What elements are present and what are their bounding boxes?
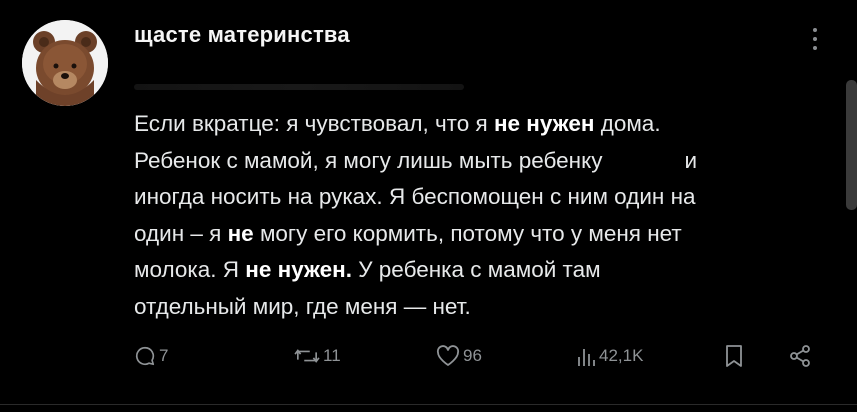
scrollbar[interactable]: [846, 80, 857, 210]
like-count: 96: [463, 346, 482, 365]
faded-text-line: [134, 84, 464, 90]
share-icon: [790, 345, 810, 367]
repost-icon: [294, 349, 320, 363]
post: щасте материнства Если вкратце: я чувств…: [0, 0, 857, 412]
reply-count: 7: [159, 346, 169, 365]
post-line-5: молока. Я не нужен. У ребенка с мамой та…: [134, 257, 601, 282]
comment-icon: [135, 346, 155, 366]
post-line-6: отдельный мир, где меня — нет.: [134, 293, 471, 319]
action-bar: 7 11 96 42,1K: [0, 338, 857, 378]
post-text: Если вкратце: я чувствовал, что я не нуж…: [134, 106, 834, 325]
divider: [0, 404, 857, 405]
post-line-2: Ребенок с мамой, я могу лишь мыть ребенк…: [134, 147, 698, 173]
bookmark-icon: [726, 345, 742, 367]
share-button[interactable]: [788, 338, 812, 374]
views-count: 42,1K: [599, 346, 644, 365]
post-line-3: иногда носить на руках. Я беспомощен с н…: [134, 184, 696, 209]
repost-button[interactable]: 11: [294, 338, 341, 374]
views-button[interactable]: 42,1K: [576, 338, 643, 374]
bookmark-button[interactable]: [724, 338, 744, 374]
more-vertical-icon[interactable]: [807, 24, 823, 54]
post-line-4: один – я не могу его кормить, потому что…: [134, 220, 682, 246]
heart-icon: [436, 345, 460, 366]
bear-avatar-image: [22, 20, 108, 106]
bar-chart-icon: [578, 349, 595, 366]
post-line-1: Если вкратце: я чувствовал, что я не нуж…: [134, 111, 661, 136]
reply-button[interactable]: 7: [134, 338, 168, 374]
like-button[interactable]: 96: [436, 338, 482, 374]
avatar[interactable]: [22, 20, 108, 106]
username[interactable]: щасте материнства: [134, 22, 350, 48]
repost-count: 11: [323, 346, 341, 365]
